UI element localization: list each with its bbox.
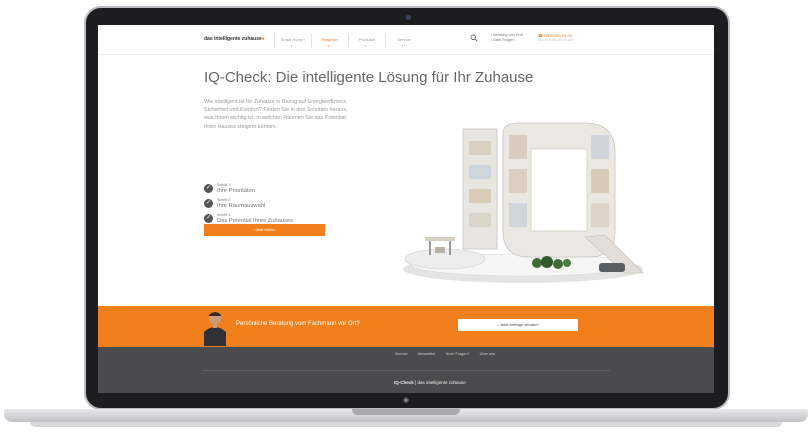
- laptop-chin: ◉: [98, 393, 714, 407]
- laptop-mockup: ◉ das intelligente zuhause● Smart Home? ▾…: [0, 0, 812, 432]
- power-icon: ◉: [402, 397, 410, 404]
- laptop-shadow: [30, 422, 782, 427]
- page-title: IQ-Check: Die intelligente Lösung für Ih…: [204, 69, 534, 86]
- check-icon: ✓: [204, 184, 213, 193]
- footer-link-service[interactable]: Service: [395, 352, 408, 356]
- advice-band: [98, 306, 714, 347]
- chevron-down-icon: ▾: [402, 44, 404, 48]
- request-button[interactable]: › Jetzt Anfrage senden!: [458, 319, 578, 331]
- camera-icon: [406, 15, 411, 20]
- chevron-down-icon: ▾: [365, 44, 367, 48]
- footer-link-about[interactable]: Über uns: [480, 352, 495, 356]
- site-logo[interactable]: das intelligente zuhause●: [204, 36, 265, 42]
- iq-house-illustration: [403, 122, 644, 283]
- search-icon[interactable]: [470, 34, 478, 42]
- check-icon: ✓: [204, 199, 213, 208]
- footer-link-questions[interactable]: Noch Fragen?: [446, 352, 470, 356]
- footer-brand: IQ-Check | das intelligente zuhause: [394, 380, 466, 385]
- nav-item-smart-home[interactable]: Smart Home? ▾: [274, 34, 311, 48]
- laptop-notch: [352, 409, 460, 415]
- browser-screen: das intelligente zuhause● Smart Home? ▾ R…: [98, 25, 714, 393]
- check-icon: ✓: [204, 214, 213, 223]
- contact-links[interactable]: • Beratung vom Profi • Noch Fragen?: [491, 33, 523, 43]
- advice-text: Persönliche Beratung vom Fachmann vor Or…: [236, 321, 360, 327]
- phone-hotline[interactable]: ☎ 0800 000 00 00 Mo–Fr 8:00–20:00 Uhr: [538, 33, 573, 43]
- main-nav: Smart Home? ▾ Ratgeber ▾ Produkte ▾ Service…: [274, 34, 422, 48]
- step-1: ✓ Schritt 1: Ihre Prioritäten: [204, 183, 256, 194]
- start-button[interactable]: › Jetzt starten: [204, 224, 325, 236]
- intro-text: Wie intelligent ist Ihr Zuhause in Bezug…: [204, 99, 348, 130]
- step-2: ✓ Schritt 2: Ihre Raumauswahl: [204, 198, 266, 209]
- footer-nav: Service Newsletter Noch Fragen? Über uns: [395, 352, 505, 356]
- footer-link-newsletter[interactable]: Newsletter: [418, 352, 436, 356]
- nav-item-service[interactable]: Service ▾: [385, 34, 422, 48]
- nav-item-ratgeber[interactable]: Ratgeber ▾: [311, 34, 348, 48]
- site-header: das intelligente zuhause● Smart Home? ▾ R…: [98, 25, 714, 55]
- advisor-photo: [204, 312, 226, 346]
- nav-item-produkte[interactable]: Produkte ▾: [348, 34, 385, 48]
- chevron-down-icon: ▾: [291, 44, 293, 48]
- footer-divider: [202, 370, 610, 371]
- chevron-down-icon: ▾: [328, 44, 330, 48]
